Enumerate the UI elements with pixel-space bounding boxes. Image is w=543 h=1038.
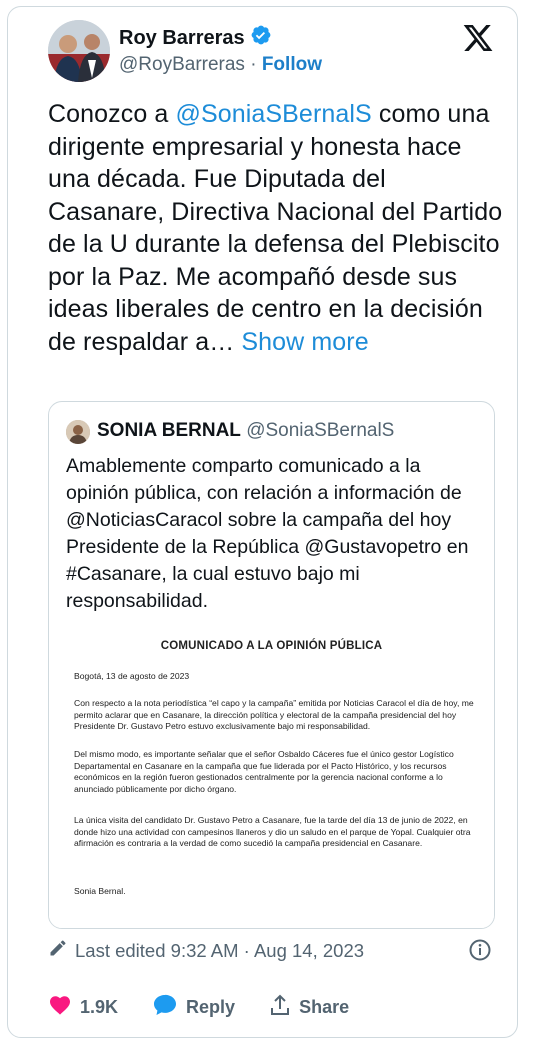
follow-button[interactable]: Follow <box>262 54 322 75</box>
quote-author-handle: @SoniaSBernalS <box>246 420 395 441</box>
x-logo-icon[interactable] <box>462 22 494 54</box>
like-count: 1.9K <box>80 997 119 1017</box>
tweet-text: Conozco a @SoniaSBernalS como una dirige… <box>48 98 508 358</box>
pencil-icon <box>48 938 68 963</box>
mention-link[interactable]: @SoniaSBernalS <box>175 100 371 128</box>
document-title: COMUNICADO A LA OPINIÓN PÚBLICA <box>160 640 383 652</box>
quoted-tweet[interactable]: SONIA BERNAL @SoniaSBernalS Amablemente … <box>48 401 495 929</box>
heart-icon <box>48 993 72 1022</box>
share-button[interactable]: Share <box>269 993 349 1022</box>
reply-button[interactable]: Reply <box>152 993 235 1022</box>
show-more-link[interactable]: Show more <box>241 328 368 356</box>
tweet-text-start: Conozco a <box>48 100 176 128</box>
reply-label: Reply <box>186 997 236 1017</box>
document-signature: Sonia Bernal. <box>74 886 126 896</box>
document-paragraph-2: Del mismo modo, es importante señalar qu… <box>74 749 454 794</box>
author-handle-row: @RoyBarreras · Follow <box>119 54 322 76</box>
quote-author-name: SONIA BERNAL <box>97 420 241 441</box>
avatar[interactable] <box>48 20 110 82</box>
separator-dot: · <box>250 54 257 75</box>
edited-timestamp[interactable]: Last edited 9:32 AM · Aug 14, 2023 <box>75 940 364 962</box>
share-label: Share <box>299 997 350 1017</box>
quote-text: Amablemente comparto comunicado a la opi… <box>66 455 469 612</box>
reply-icon <box>152 993 178 1022</box>
author-name-row: Roy Barreras <box>119 24 272 52</box>
author-handle[interactable]: @RoyBarreras <box>119 54 245 75</box>
info-icon[interactable] <box>468 938 492 962</box>
quote-header: SONIA BERNAL @SoniaSBernalS <box>97 420 394 442</box>
verified-badge-icon <box>250 24 272 52</box>
attached-document-image[interactable]: COMUNICADO A LA OPINIÓN PÚBLICA Bogotá, … <box>49 619 494 928</box>
tweet-meta: Last edited 9:32 AM · Aug 14, 2023 <box>48 938 364 963</box>
document-paragraph-1: Con respecto a la nota periodística “el … <box>74 698 474 732</box>
share-icon <box>269 993 291 1022</box>
tweet-text-body: como una dirigente empresarial y honesta… <box>48 100 503 356</box>
quote-avatar[interactable] <box>66 420 90 444</box>
like-button[interactable]: 1.9K <box>48 993 118 1022</box>
action-bar: 1.9K Reply Share <box>48 993 349 1022</box>
document-paragraph-3: La única visita del candidato Dr. Gustav… <box>74 815 471 849</box>
document-date: Bogotá, 13 de agosto de 2023 <box>74 671 190 681</box>
author-name[interactable]: Roy Barreras <box>119 27 245 50</box>
